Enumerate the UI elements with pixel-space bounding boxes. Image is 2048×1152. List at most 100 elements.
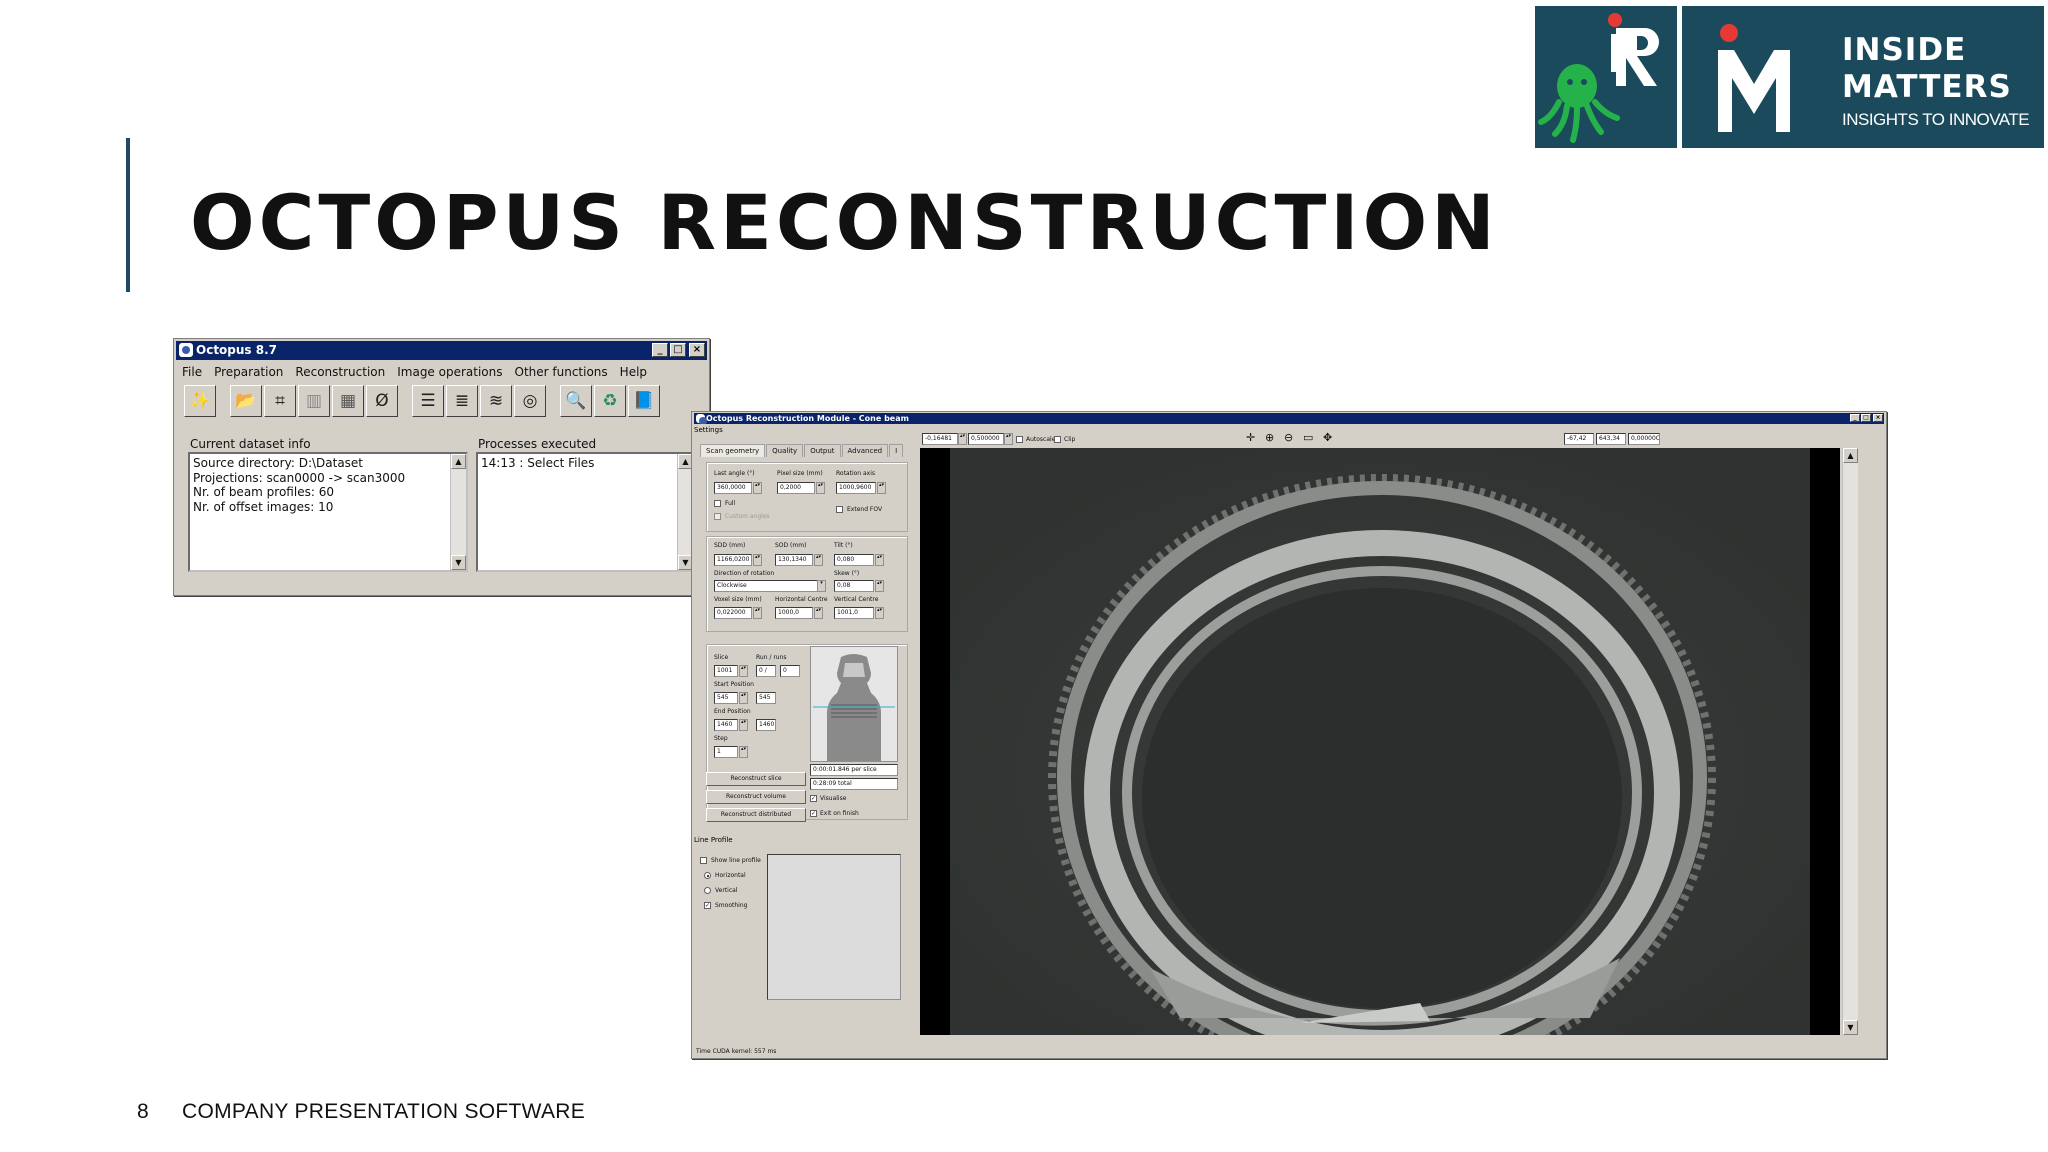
stack-icon[interactable]: ☰ (412, 385, 444, 417)
min-value-spinner[interactable]: ▴▾ (958, 433, 967, 445)
tab-more[interactable]: I (889, 444, 904, 457)
scroll-up-arrow-icon[interactable]: ▲ (1843, 448, 1858, 463)
filter-icon[interactable]: Ø (366, 385, 398, 417)
crop-icon[interactable]: ⌗ (264, 385, 296, 417)
pan-crosshair-icon[interactable]: ✛ (1246, 431, 1255, 444)
maximize-button[interactable]: □ (1861, 414, 1871, 422)
menu-help[interactable]: Help (614, 362, 653, 382)
zoom-out-icon[interactable]: ⊖ (1284, 431, 1293, 444)
end-position-spinner[interactable]: ▴▾ (739, 719, 748, 731)
main-window-titlebar[interactable]: Octopus 8.7 _ □ × (176, 341, 707, 360)
open-folder-icon[interactable]: 📂 (230, 385, 262, 417)
menu-image-operations[interactable]: Image operations (391, 362, 508, 382)
processes-list[interactable]: 14:13 : Select Files ▲ ▼ (476, 452, 695, 572)
recycle-icon[interactable]: ♻ (594, 385, 626, 417)
menu-file[interactable]: File (176, 362, 208, 382)
close-button[interactable]: × (1873, 414, 1883, 422)
direction-dropdown-icon[interactable]: ▾ (817, 580, 826, 592)
zoom-in-icon[interactable]: ⊕ (1265, 431, 1274, 444)
horizontal-radio[interactable] (704, 872, 711, 879)
step-spinner[interactable]: ▴▾ (739, 746, 748, 758)
flat-field-icon[interactable]: ▥ (298, 385, 330, 417)
smoothing-checkbox[interactable]: ✓ (704, 902, 711, 909)
full-checkbox[interactable] (714, 500, 721, 507)
reconstructed-slice-viewer[interactable] (920, 448, 1840, 1035)
sdd-field[interactable]: 1166,0200 (714, 554, 752, 566)
stack-3-icon[interactable]: ≋ (480, 385, 512, 417)
horizontal-centre-field[interactable]: 1000,0 (775, 607, 813, 619)
rotation-axis-field[interactable]: 1000,9600 (836, 482, 876, 494)
full-label: Full (725, 500, 736, 507)
scroll-down-arrow-icon[interactable]: ▼ (451, 555, 466, 570)
slice-field[interactable]: 1001 (714, 665, 738, 677)
pixel-size-field[interactable]: 0,2000 (777, 482, 815, 494)
wizard-icon[interactable]: ✨ (184, 385, 216, 417)
recon-window-titlebar[interactable]: Octopus Reconstruction Module - Cone bea… (694, 413, 1884, 424)
start-position-spinner[interactable]: ▴▾ (739, 692, 748, 704)
horizontal-centre-spinner[interactable]: ▴▾ (814, 607, 823, 619)
menu-preparation[interactable]: Preparation (208, 362, 289, 382)
close-button[interactable]: × (689, 343, 705, 357)
clip-checkbox[interactable] (1054, 436, 1061, 443)
voxel-size-spinner[interactable]: ▴▾ (753, 607, 762, 619)
dataset-scrollbar[interactable]: ▲ ▼ (450, 454, 466, 570)
vertical-radio[interactable] (704, 887, 711, 894)
scroll-up-arrow-icon[interactable]: ▲ (451, 454, 466, 469)
help-book-icon[interactable]: 📘 (628, 385, 660, 417)
ring-icon[interactable]: ◎ (514, 385, 546, 417)
reconstruct-volume-button[interactable]: Reconstruct volume (706, 790, 806, 804)
direction-select[interactable]: Clockwise (714, 580, 820, 592)
zoom-search-icon[interactable]: 🔍 (560, 385, 592, 417)
rotation-axis-spinner[interactable]: ▴▾ (877, 482, 886, 494)
menu-reconstruction[interactable]: Reconstruction (289, 362, 391, 382)
tilt-spinner[interactable]: ▴▾ (875, 554, 884, 566)
scroll-down-arrow-icon[interactable]: ▼ (1843, 1020, 1858, 1035)
normalize-icon[interactable]: ▦ (332, 385, 364, 417)
menu-other-functions[interactable]: Other functions (509, 362, 614, 382)
fit-window-icon[interactable]: ▭ (1303, 431, 1313, 444)
dataset-info-list[interactable]: Source directory: D:\Dataset Projections… (188, 452, 468, 572)
tab-advanced[interactable]: Advanced (841, 444, 889, 457)
tilt-field[interactable]: 0,080 (834, 554, 874, 566)
slide-title: OCTOPUS RECONSTRUCTION (190, 178, 1499, 267)
tab-output[interactable]: Output (804, 444, 841, 457)
last-angle-field[interactable]: 360,0000 (714, 482, 752, 494)
sod-spinner[interactable]: ▴▾ (814, 554, 823, 566)
max-value-spinner[interactable]: ▴▾ (1004, 433, 1013, 445)
skew-spinner[interactable]: ▴▾ (875, 580, 884, 592)
slice-spinner[interactable]: ▴▾ (739, 665, 748, 677)
recon-window-title: Octopus Reconstruction Module - Cone bea… (706, 414, 909, 423)
visualise-checkbox[interactable]: ✓ (810, 795, 817, 802)
viewer-scrollbar[interactable]: ▲ ▼ (1842, 448, 1858, 1035)
extend-fov-checkbox[interactable] (836, 506, 843, 513)
start-position-field[interactable]: 545 (714, 692, 738, 704)
show-line-profile-checkbox[interactable] (700, 857, 707, 864)
max-value-field[interactable]: 0,500000 (968, 433, 1004, 445)
tab-scan-geometry[interactable]: Scan geometry (700, 444, 766, 457)
sdd-spinner[interactable]: ▴▾ (753, 554, 762, 566)
last-angle-spinner[interactable]: ▴▾ (753, 482, 762, 494)
minimize-button[interactable]: _ (1850, 414, 1860, 422)
vertical-centre-spinner[interactable]: ▴▾ (875, 607, 884, 619)
tab-quality[interactable]: Quality (766, 444, 804, 457)
step-field[interactable]: 1 (714, 746, 738, 758)
stack-2-icon[interactable]: ≣ (446, 385, 478, 417)
maximize-button[interactable]: □ (670, 343, 686, 357)
time-total-field: 0:28:09 total (810, 778, 898, 790)
custom-angles-checkbox[interactable] (714, 513, 721, 520)
minimize-button[interactable]: _ (652, 343, 668, 357)
min-value-field[interactable]: -0,16481 (922, 433, 958, 445)
move-icon[interactable]: ✥ (1323, 431, 1332, 444)
time-per-slice-field: 0:00:01.846 per slice (810, 764, 898, 776)
end-position-field[interactable]: 1460 (714, 719, 738, 731)
reconstruct-slice-button[interactable]: Reconstruct slice (706, 772, 806, 786)
pixel-size-spinner[interactable]: ▴▾ (816, 482, 825, 494)
skew-field[interactable]: 0,08 (834, 580, 874, 592)
vertical-centre-field[interactable]: 1001,0 (834, 607, 874, 619)
exit-on-finish-checkbox[interactable]: ✓ (810, 810, 817, 817)
voxel-size-field[interactable]: 0,022000 (714, 607, 752, 619)
ct-slice-image (920, 448, 1840, 1035)
autoscale-checkbox[interactable] (1016, 436, 1023, 443)
sod-field[interactable]: 130,1340 (775, 554, 813, 566)
reconstruct-distributed-button[interactable]: Reconstruct distributed (706, 808, 806, 822)
